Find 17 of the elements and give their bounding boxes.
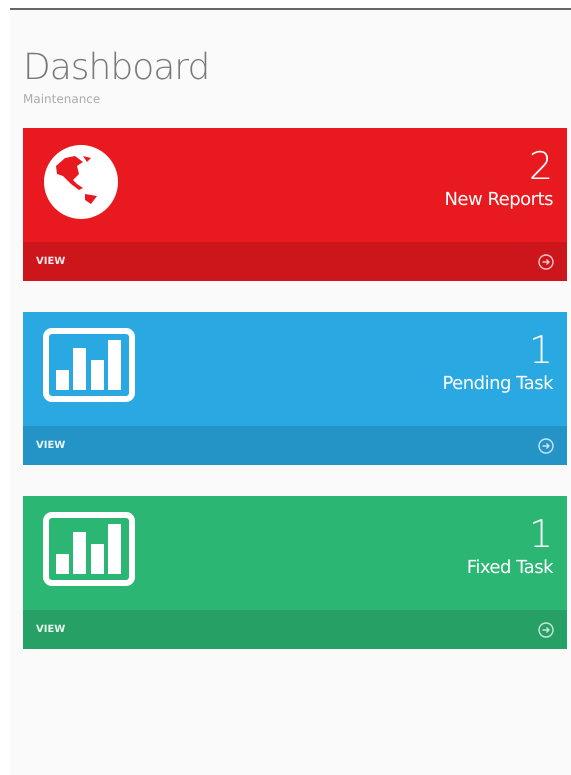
stat-label: Fixed Task: [466, 556, 553, 580]
view-link[interactable]: VIEW: [36, 624, 66, 635]
page-subtitle: Maintenance: [23, 92, 102, 106]
stat-label: New Reports: [444, 188, 553, 212]
stat-label: Pending Task: [442, 372, 553, 396]
stat-count: 2: [528, 144, 553, 188]
page-title: Dashboard: [23, 48, 210, 88]
bar-chart-icon: [43, 328, 135, 402]
stat-count: 1: [528, 328, 553, 372]
arrow-circle-icon[interactable]: [538, 622, 554, 638]
arrow-circle-icon[interactable]: [538, 254, 554, 270]
bar-chart-icon: [43, 512, 135, 586]
view-link[interactable]: VIEW: [36, 256, 66, 267]
globe-icon: [43, 144, 119, 220]
view-link[interactable]: VIEW: [36, 440, 66, 451]
arrow-circle-icon[interactable]: [538, 438, 554, 454]
stat-count: 1: [528, 512, 553, 556]
